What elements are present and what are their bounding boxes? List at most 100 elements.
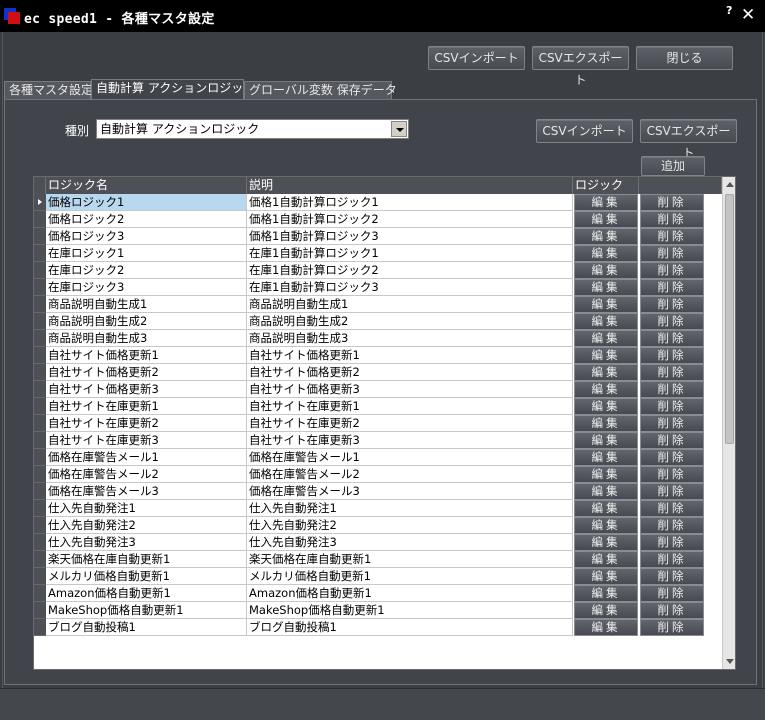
edit-button[interactable]: 編集 <box>574 381 638 398</box>
delete-button[interactable]: 削除 <box>640 296 704 313</box>
row-header[interactable] <box>34 330 46 347</box>
edit-button[interactable]: 編集 <box>574 245 638 262</box>
kind-select[interactable]: 自動計算 アクションロジック <box>96 119 409 139</box>
row-header[interactable] <box>34 432 46 449</box>
column-header-logic[interactable]: ロジック <box>573 177 639 194</box>
edit-button[interactable]: 編集 <box>574 517 638 534</box>
table-row[interactable]: ブログ自動投稿1 ブログ自動投稿1 編集 削除 <box>34 619 722 636</box>
description-cell[interactable]: 自社サイト価格更新2 <box>247 364 573 381</box>
delete-button[interactable]: 削除 <box>640 347 704 364</box>
table-row[interactable]: 価格在庫警告メール2 価格在庫警告メール2 編集 削除 <box>34 466 722 483</box>
delete-button[interactable]: 削除 <box>640 330 704 347</box>
description-cell[interactable]: ブログ自動投稿1 <box>247 619 573 636</box>
row-header[interactable] <box>34 449 46 466</box>
description-cell[interactable]: 仕入先自動発注3 <box>247 534 573 551</box>
logic-name-cell[interactable]: 自社サイト価格更新1 <box>46 347 247 364</box>
description-cell[interactable]: 商品説明自動生成2 <box>247 313 573 330</box>
table-row[interactable]: 楽天価格在庫自動更新1 楽天価格在庫自動更新1 編集 削除 <box>34 551 722 568</box>
edit-button[interactable]: 編集 <box>574 262 638 279</box>
description-cell[interactable]: 価格在庫警告メール2 <box>247 466 573 483</box>
edit-button[interactable]: 編集 <box>574 211 638 228</box>
logic-name-cell[interactable]: 自社サイト価格更新3 <box>46 381 247 398</box>
description-cell[interactable]: 商品説明自動生成3 <box>247 330 573 347</box>
description-cell[interactable]: 仕入先自動発注2 <box>247 517 573 534</box>
table-row[interactable]: 自社サイト価格更新3 自社サイト価格更新3 編集 削除 <box>34 381 722 398</box>
table-row[interactable]: 在庫ロジック3 在庫1自動計算ロジック3 編集 削除 <box>34 279 722 296</box>
row-header[interactable] <box>34 313 46 330</box>
table-row[interactable]: 仕入先自動発注1 仕入先自動発注1 編集 削除 <box>34 500 722 517</box>
delete-button[interactable]: 削除 <box>640 602 704 619</box>
logic-name-cell[interactable]: 楽天価格在庫自動更新1 <box>46 551 247 568</box>
logic-name-cell[interactable]: 在庫ロジック2 <box>46 262 247 279</box>
logic-name-cell[interactable]: 自社サイト在庫更新2 <box>46 415 247 432</box>
edit-button[interactable]: 編集 <box>574 228 638 245</box>
table-row[interactable]: 在庫ロジック2 在庫1自動計算ロジック2 編集 削除 <box>34 262 722 279</box>
description-cell[interactable]: 価格1自動計算ロジック2 <box>247 211 573 228</box>
vertical-scrollbar[interactable] <box>722 177 735 669</box>
row-header[interactable] <box>34 228 46 245</box>
row-header[interactable] <box>34 568 46 585</box>
delete-button[interactable]: 削除 <box>640 262 704 279</box>
description-cell[interactable]: 仕入先自動発注1 <box>247 500 573 517</box>
close-window-icon[interactable]: ✕ <box>741 6 755 24</box>
description-cell[interactable]: 在庫1自動計算ロジック2 <box>247 262 573 279</box>
logic-name-cell[interactable]: 自社サイト在庫更新1 <box>46 398 247 415</box>
logic-name-cell[interactable]: 価格ロジック3 <box>46 228 247 245</box>
delete-button[interactable]: 削除 <box>640 568 704 585</box>
delete-button[interactable]: 削除 <box>640 466 704 483</box>
logic-name-cell[interactable]: 仕入先自動発注1 <box>46 500 247 517</box>
table-row[interactable]: メルカリ価格自動更新1 メルカリ価格自動更新1 編集 削除 <box>34 568 722 585</box>
row-header[interactable] <box>34 381 46 398</box>
delete-button[interactable]: 削除 <box>640 279 704 296</box>
panel-csv-import-button[interactable]: CSVインポート <box>536 119 633 143</box>
row-header[interactable] <box>34 194 46 211</box>
delete-button[interactable]: 削除 <box>640 432 704 449</box>
table-row[interactable]: 商品説明自動生成1 商品説明自動生成1 編集 削除 <box>34 296 722 313</box>
logic-name-cell[interactable]: メルカリ価格自動更新1 <box>46 568 247 585</box>
row-header[interactable] <box>34 585 46 602</box>
table-row[interactable]: 価格ロジック2 価格1自動計算ロジック2 編集 削除 <box>34 211 722 228</box>
delete-button[interactable]: 削除 <box>640 534 704 551</box>
edit-button[interactable]: 編集 <box>574 568 638 585</box>
row-header[interactable] <box>34 551 46 568</box>
edit-button[interactable]: 編集 <box>574 279 638 296</box>
description-cell[interactable]: 価格1自動計算ロジック1 <box>247 194 573 211</box>
description-cell[interactable]: 商品説明自動生成1 <box>247 296 573 313</box>
toolbar-csv-export-button[interactable]: CSVエクスポート <box>532 46 629 87</box>
logic-name-cell[interactable]: 自社サイト在庫更新3 <box>46 432 247 449</box>
description-cell[interactable]: 自社サイト価格更新3 <box>247 381 573 398</box>
row-header[interactable] <box>34 296 46 313</box>
row-header[interactable] <box>34 415 46 432</box>
edit-button[interactable]: 編集 <box>574 483 638 500</box>
delete-button[interactable]: 削除 <box>640 211 704 228</box>
row-header[interactable] <box>34 364 46 381</box>
scroll-thumb[interactable] <box>725 194 734 444</box>
edit-button[interactable]: 編集 <box>574 534 638 551</box>
description-cell[interactable]: 自社サイト在庫更新3 <box>247 432 573 449</box>
row-header[interactable] <box>34 398 46 415</box>
delete-button[interactable]: 削除 <box>640 313 704 330</box>
row-header[interactable] <box>34 466 46 483</box>
table-row[interactable]: 価格ロジック3 価格1自動計算ロジック3 編集 削除 <box>34 228 722 245</box>
column-header-description[interactable]: 説明 <box>247 177 573 194</box>
description-cell[interactable]: Amazon価格自動更新1 <box>247 585 573 602</box>
table-row[interactable]: 仕入先自動発注2 仕入先自動発注2 編集 削除 <box>34 517 722 534</box>
edit-button[interactable]: 編集 <box>574 466 638 483</box>
table-row[interactable]: Amazon価格自動更新1 Amazon価格自動更新1 編集 削除 <box>34 585 722 602</box>
description-cell[interactable]: メルカリ価格自動更新1 <box>247 568 573 585</box>
table-row[interactable]: 在庫ロジック1 在庫1自動計算ロジック1 編集 削除 <box>34 245 722 262</box>
logic-name-cell[interactable]: 価格ロジック2 <box>46 211 247 228</box>
delete-button[interactable]: 削除 <box>640 483 704 500</box>
tab-master-settings[interactable]: 各種マスタ設定 <box>4 81 93 99</box>
table-row[interactable]: 自社サイト在庫更新3 自社サイト在庫更新3 編集 削除 <box>34 432 722 449</box>
table-row[interactable]: 仕入先自動発注3 仕入先自動発注3 編集 削除 <box>34 534 722 551</box>
delete-button[interactable]: 削除 <box>640 398 704 415</box>
edit-button[interactable]: 編集 <box>574 415 638 432</box>
scroll-down-icon[interactable] <box>726 659 734 664</box>
delete-button[interactable]: 削除 <box>640 381 704 398</box>
row-header[interactable] <box>34 483 46 500</box>
close-button[interactable]: 閉じる <box>636 46 733 70</box>
delete-button[interactable]: 削除 <box>640 245 704 262</box>
edit-button[interactable]: 編集 <box>574 296 638 313</box>
logic-name-cell[interactable]: 在庫ロジック1 <box>46 245 247 262</box>
